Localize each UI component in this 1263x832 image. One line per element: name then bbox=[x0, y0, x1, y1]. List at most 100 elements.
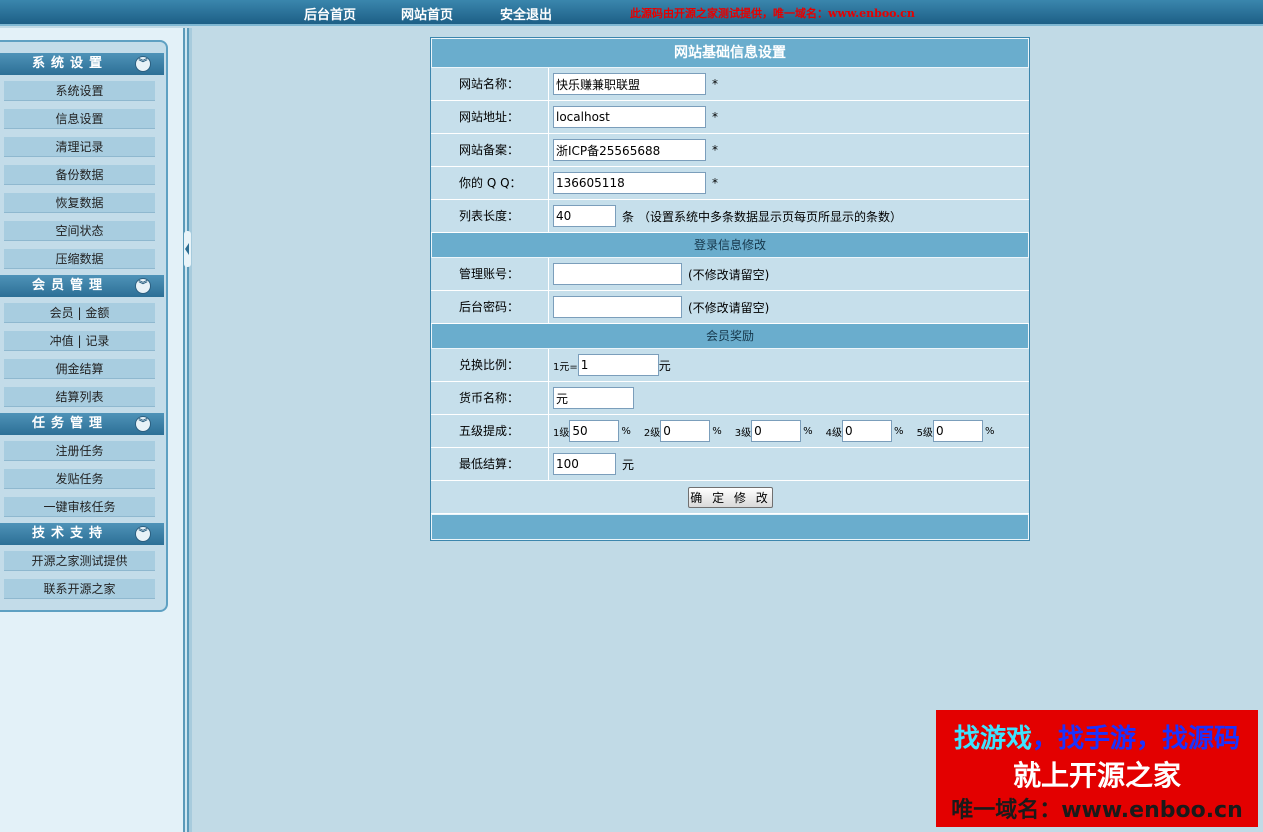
row-list-length: 列表长度： 条 （设置系统中多条数据显示页每页所显示的条数） bbox=[431, 200, 1029, 233]
nav-admin-home-link[interactable]: 后台首页 bbox=[304, 4, 356, 23]
required-mark: * bbox=[712, 143, 718, 157]
sidebar-item-recharge-records[interactable]: 冲值 | 记录 bbox=[4, 331, 155, 351]
menu-group-system[interactable]: 系统设置 ︾ bbox=[0, 53, 164, 75]
exchange-label: 兑换比例： bbox=[431, 349, 549, 381]
sidebar-item-member-balance[interactable]: 会员 | 金额 bbox=[4, 303, 155, 323]
level-2-label: 2级 bbox=[643, 427, 661, 439]
row-admin-pass: 后台密码： (不修改请留空) bbox=[431, 291, 1029, 324]
percent-sign: % bbox=[984, 425, 995, 437]
list-length-label: 列表长度： bbox=[431, 200, 549, 232]
exchange-prefix: 1元= bbox=[553, 361, 578, 373]
percent-sign: % bbox=[712, 425, 722, 437]
sidebar-item-one-click-review[interactable]: 一键审核任务 bbox=[4, 497, 155, 517]
site-name-label: 网站名称： bbox=[431, 68, 549, 100]
ad-line-1: 找游戏，找手游，找源码 bbox=[936, 718, 1258, 755]
required-mark: * bbox=[712, 110, 718, 124]
percent-sign: % bbox=[621, 425, 631, 437]
level-2-input[interactable] bbox=[660, 420, 711, 442]
level-4-label: 4级 bbox=[825, 427, 843, 439]
site-url-input[interactable] bbox=[553, 106, 706, 128]
min-settle-unit: 元 bbox=[622, 457, 635, 472]
sidebar-item-clear-records[interactable]: 清理记录 bbox=[4, 137, 155, 157]
level-3-label: 3级 bbox=[734, 427, 752, 439]
qq-input[interactable] bbox=[553, 172, 706, 194]
min-settle-label: 最低结算： bbox=[431, 448, 549, 480]
admin-user-label: 管理账号： bbox=[431, 258, 549, 290]
sidebar-item-system-settings[interactable]: 系统设置 bbox=[4, 81, 155, 101]
row-qq: 你的 Q Q： * bbox=[431, 167, 1029, 200]
sidebar-item-register-task[interactable]: 注册任务 bbox=[4, 441, 155, 461]
section-member-reward: 会员奖励 bbox=[432, 324, 1028, 348]
commission-label: 五级提成： bbox=[431, 415, 549, 447]
sidebar-frame: 系统设置 ︾ 系统设置 信息设置 清理记录 备份数据 恢复数据 空间状态 压缩数… bbox=[0, 28, 183, 832]
sidebar-item-contact[interactable]: 联系开源之家 bbox=[4, 579, 155, 599]
percent-sign: % bbox=[803, 425, 813, 437]
exchange-unit: 元 bbox=[658, 358, 671, 373]
menu-group-title: 会员管理 bbox=[31, 278, 108, 293]
site-icp-label: 网站备案： bbox=[431, 134, 549, 166]
panel-title: 网站基础信息设置 bbox=[432, 39, 1028, 67]
ad-banner[interactable]: 找游戏，找手游，找源码 就上开源之家 唯一域名：www.enboo.cn bbox=[936, 710, 1258, 827]
chevron-down-icon[interactable]: ︾ bbox=[135, 416, 151, 432]
admin-pass-label: 后台密码： bbox=[431, 291, 549, 323]
required-mark: * bbox=[712, 176, 718, 190]
chevron-down-icon[interactable]: ︾ bbox=[135, 278, 151, 294]
menu-group-title: 技术支持 bbox=[31, 526, 108, 541]
collapse-arrow-icon[interactable] bbox=[184, 231, 191, 267]
submit-button[interactable]: 确 定 修 改 bbox=[688, 487, 773, 508]
sidebar-item-post-task[interactable]: 发贴任务 bbox=[4, 469, 155, 489]
ad-line-1-highlight: 找游戏 bbox=[953, 724, 1032, 754]
currency-label: 货币名称： bbox=[431, 382, 549, 414]
source-notice: 此源码由开源之家测试提供，唯一域名：www.enboo.cn bbox=[630, 7, 915, 20]
level-5-label: 5级 bbox=[916, 427, 933, 439]
row-commission: 五级提成： 1级 % 2级 % 3级 % 4级 % 5级 % bbox=[431, 415, 1029, 448]
min-settle-input[interactable] bbox=[553, 453, 616, 475]
admin-user-input[interactable] bbox=[553, 263, 682, 285]
site-icp-input[interactable] bbox=[553, 139, 706, 161]
row-site-icp: 网站备案： * bbox=[431, 134, 1029, 167]
level-4-input[interactable] bbox=[842, 420, 893, 442]
sidebar-item-backup-data[interactable]: 备份数据 bbox=[4, 165, 155, 185]
sidebar-item-space-status[interactable]: 空间状态 bbox=[4, 221, 155, 241]
top-navbar: 后台首页 网站首页 安全退出 此源码由开源之家测试提供，唯一域名：www.enb… bbox=[0, 0, 1263, 26]
exchange-input[interactable] bbox=[577, 354, 659, 376]
list-length-unit: 条 bbox=[622, 209, 635, 224]
admin-pass-hint: (不修改请留空) bbox=[688, 300, 770, 315]
admin-user-hint: (不修改请留空) bbox=[688, 267, 770, 282]
level-1-input[interactable] bbox=[569, 420, 620, 442]
site-url-label: 网站地址： bbox=[431, 101, 549, 133]
required-mark: * bbox=[712, 77, 718, 91]
row-submit: 确 定 修 改 bbox=[431, 481, 1029, 514]
ad-line-3: 唯一域名：www.enboo.cn bbox=[951, 798, 1243, 823]
menu-group-title: 系统设置 bbox=[31, 56, 108, 71]
row-site-url: 网站地址： * bbox=[431, 101, 1029, 134]
list-length-input[interactable] bbox=[553, 205, 616, 227]
sidebar-item-compress-data[interactable]: 压缩数据 bbox=[4, 249, 155, 269]
nav-logout-link[interactable]: 安全退出 bbox=[500, 4, 552, 23]
sidebar-item-provided-by[interactable]: 开源之家测试提供 bbox=[4, 551, 155, 571]
chevron-down-icon[interactable]: ︾ bbox=[135, 526, 151, 542]
section-login-info: 登录信息修改 bbox=[432, 233, 1028, 257]
sidebar-item-info-settings[interactable]: 信息设置 bbox=[4, 109, 155, 129]
chevron-down-icon[interactable]: ︾ bbox=[135, 56, 151, 72]
menu-group-title: 任务管理 bbox=[31, 416, 108, 431]
frame-splitter[interactable] bbox=[183, 28, 192, 832]
currency-input[interactable] bbox=[553, 387, 634, 409]
sidebar-item-commission-settle[interactable]: 佣金结算 bbox=[4, 359, 155, 379]
admin-pass-input[interactable] bbox=[553, 296, 682, 318]
panel-footer-bar bbox=[432, 515, 1028, 539]
sidebar-item-settle-list[interactable]: 结算列表 bbox=[4, 387, 155, 407]
site-name-input[interactable] bbox=[553, 73, 706, 95]
percent-sign: % bbox=[894, 425, 904, 437]
row-admin-user: 管理账号： (不修改请留空) bbox=[431, 258, 1029, 291]
qq-label: 你的 Q Q： bbox=[431, 167, 549, 199]
sidebar-item-restore-data[interactable]: 恢复数据 bbox=[4, 193, 155, 213]
menu-group-tasks[interactable]: 任务管理 ︾ bbox=[0, 413, 164, 435]
level-3-input[interactable] bbox=[751, 420, 802, 442]
menu-group-members[interactable]: 会员管理 ︾ bbox=[0, 275, 164, 297]
menu-group-support[interactable]: 技术支持 ︾ bbox=[0, 523, 164, 545]
level-1-label: 1级 bbox=[553, 427, 570, 439]
ad-line-2: 就上开源之家 bbox=[1012, 759, 1181, 792]
nav-site-home-link[interactable]: 网站首页 bbox=[401, 4, 453, 23]
level-5-input[interactable] bbox=[932, 420, 983, 442]
